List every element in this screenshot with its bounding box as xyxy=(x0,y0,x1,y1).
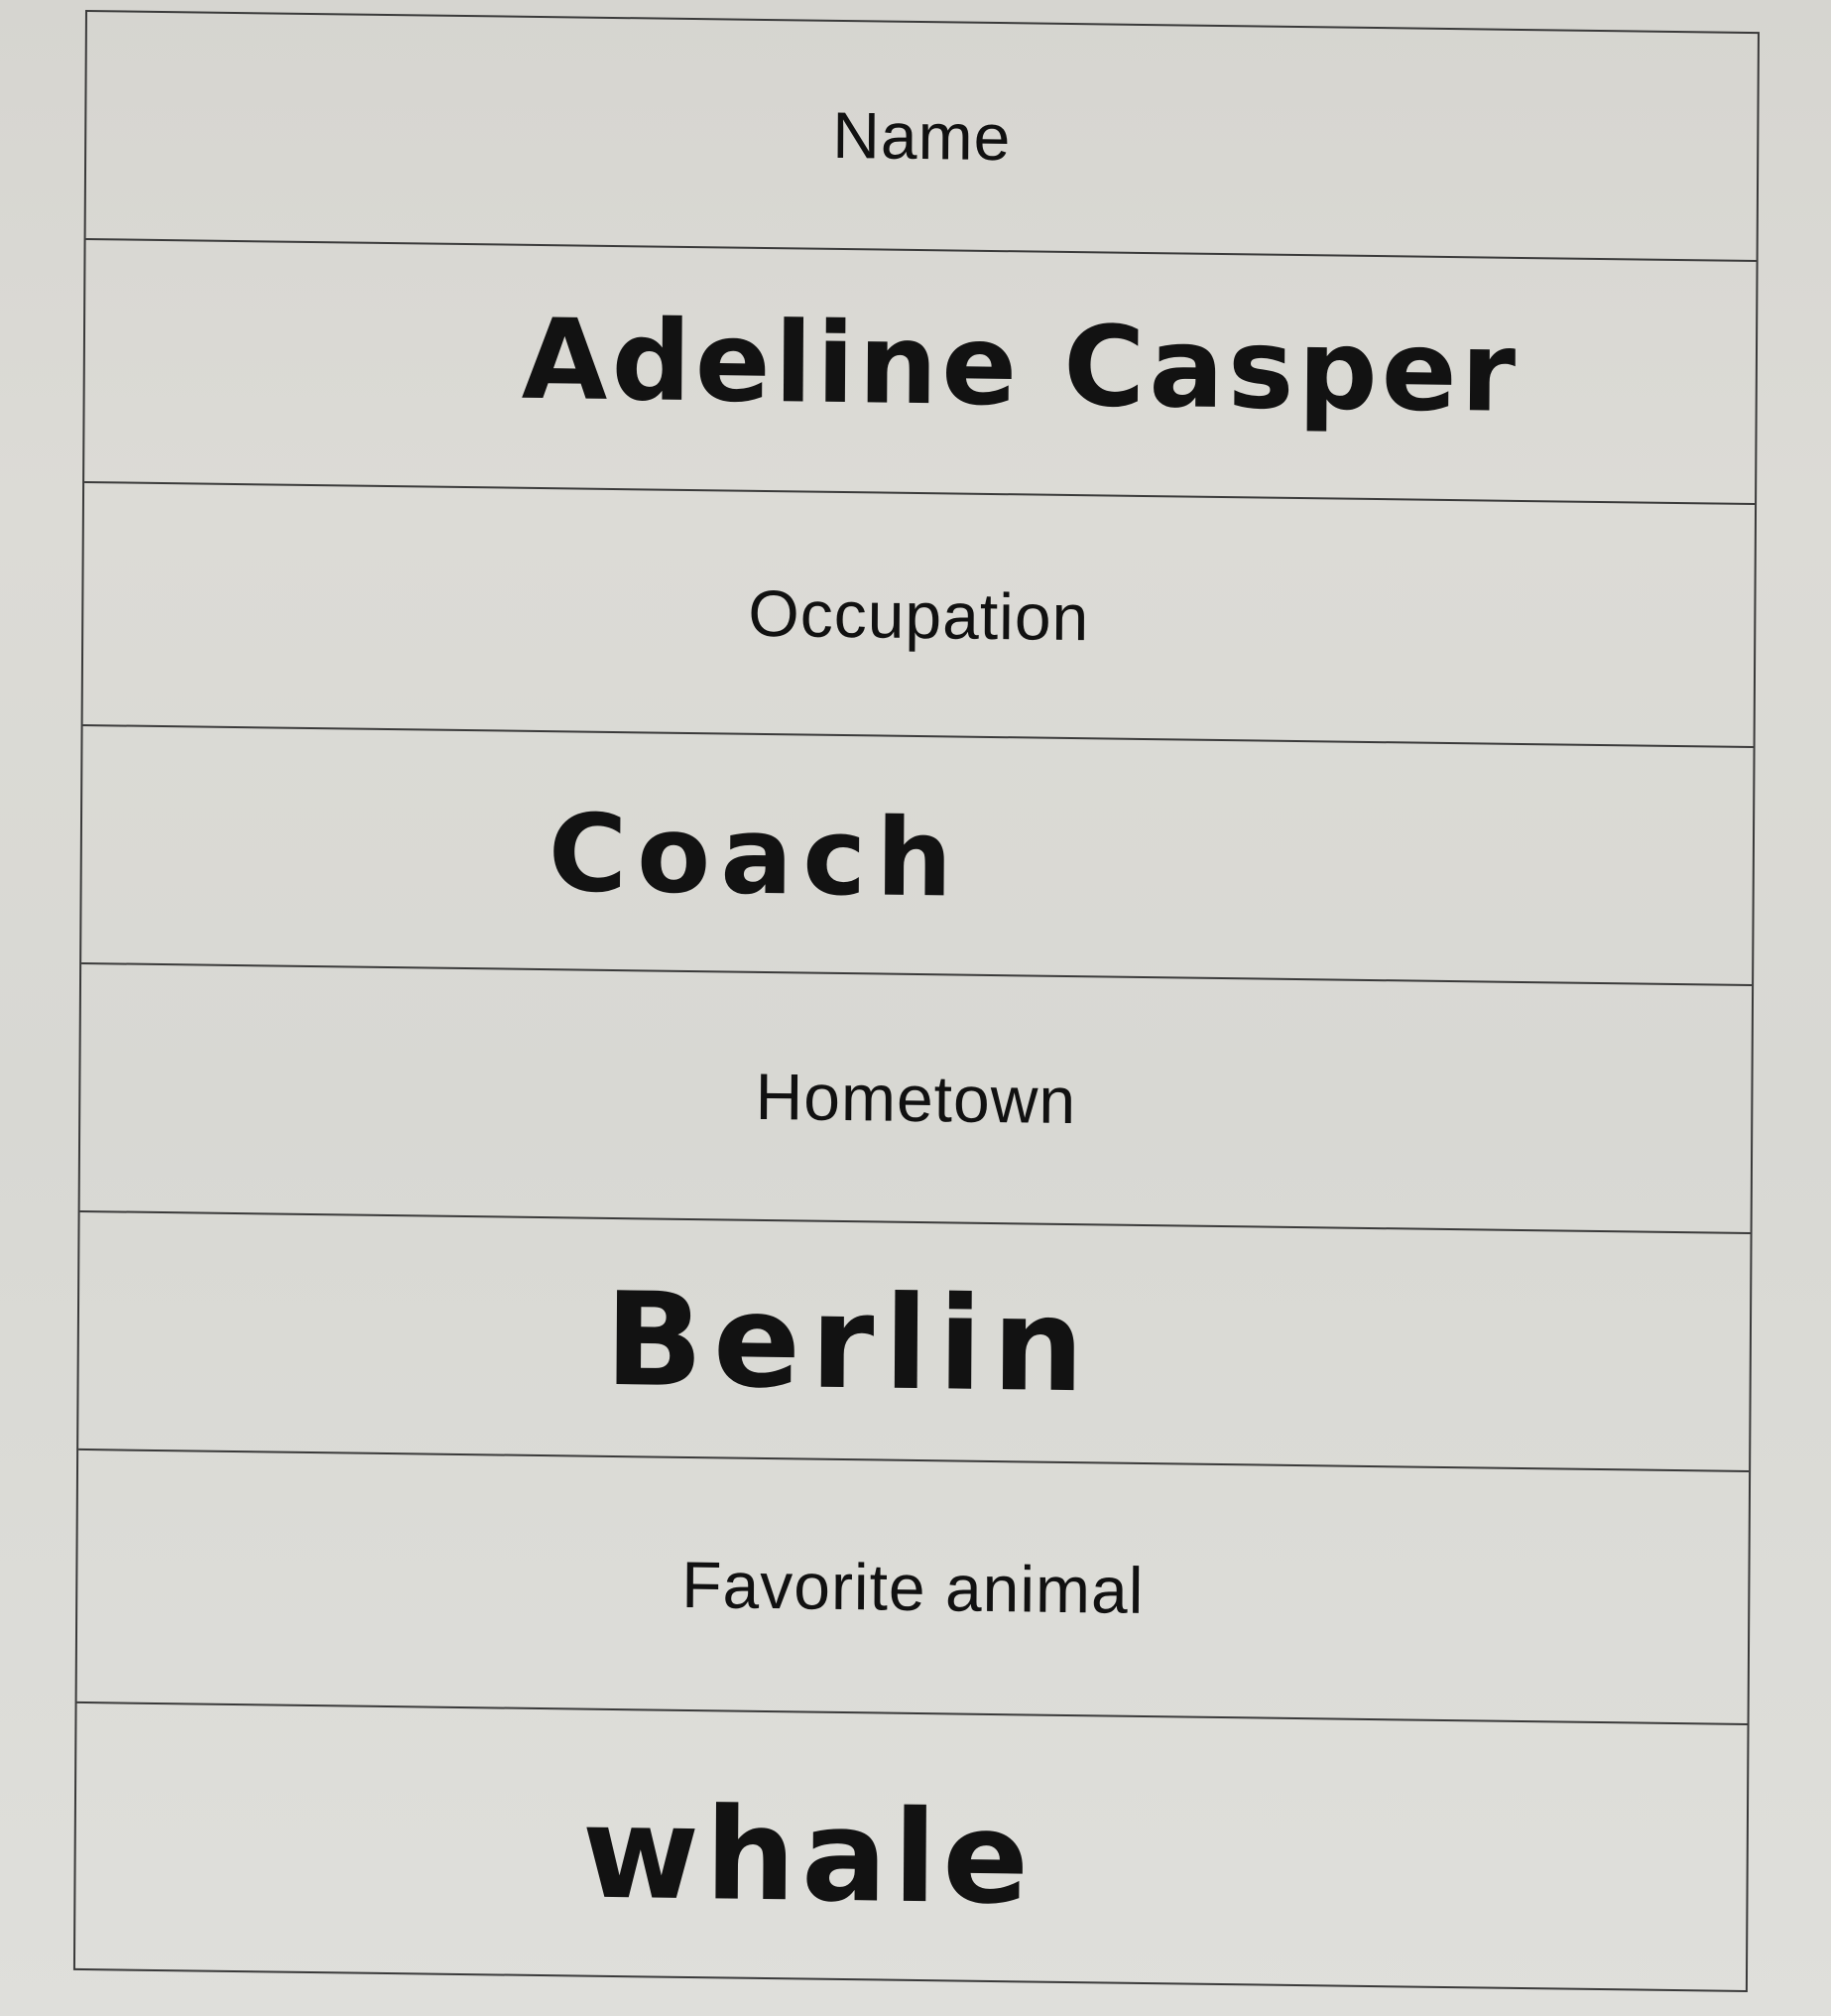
hometown-value: Berlin xyxy=(604,1263,1095,1422)
occupation-label-row: Occupation xyxy=(82,482,1756,749)
hometown-label: Hometown xyxy=(755,1059,1077,1138)
hometown-label-row: Hometown xyxy=(79,963,1753,1234)
occupation-value: Coach xyxy=(548,792,963,922)
favorite-animal-label-row: Favorite animal xyxy=(76,1449,1750,1725)
occupation-label: Occupation xyxy=(748,575,1090,654)
hometown-value-row: Berlin xyxy=(78,1211,1751,1472)
name-value: Adeline Casper xyxy=(521,295,1521,438)
name-label-row: Name xyxy=(85,12,1758,263)
name-value-row: Adeline Casper xyxy=(84,240,1757,506)
occupation-value-row: Coach xyxy=(81,725,1754,987)
name-label: Name xyxy=(832,97,1012,175)
form-table: Name Adeline Casper Occupation Coach Hom… xyxy=(72,10,1760,1994)
paper-sheet: Name Adeline Casper Occupation Coach Hom… xyxy=(0,0,1831,2016)
favorite-animal-value-row: whale xyxy=(75,1703,1748,1994)
favorite-animal-label: Favorite animal xyxy=(681,1547,1145,1627)
favorite-animal-value: whale xyxy=(581,1779,1036,1934)
